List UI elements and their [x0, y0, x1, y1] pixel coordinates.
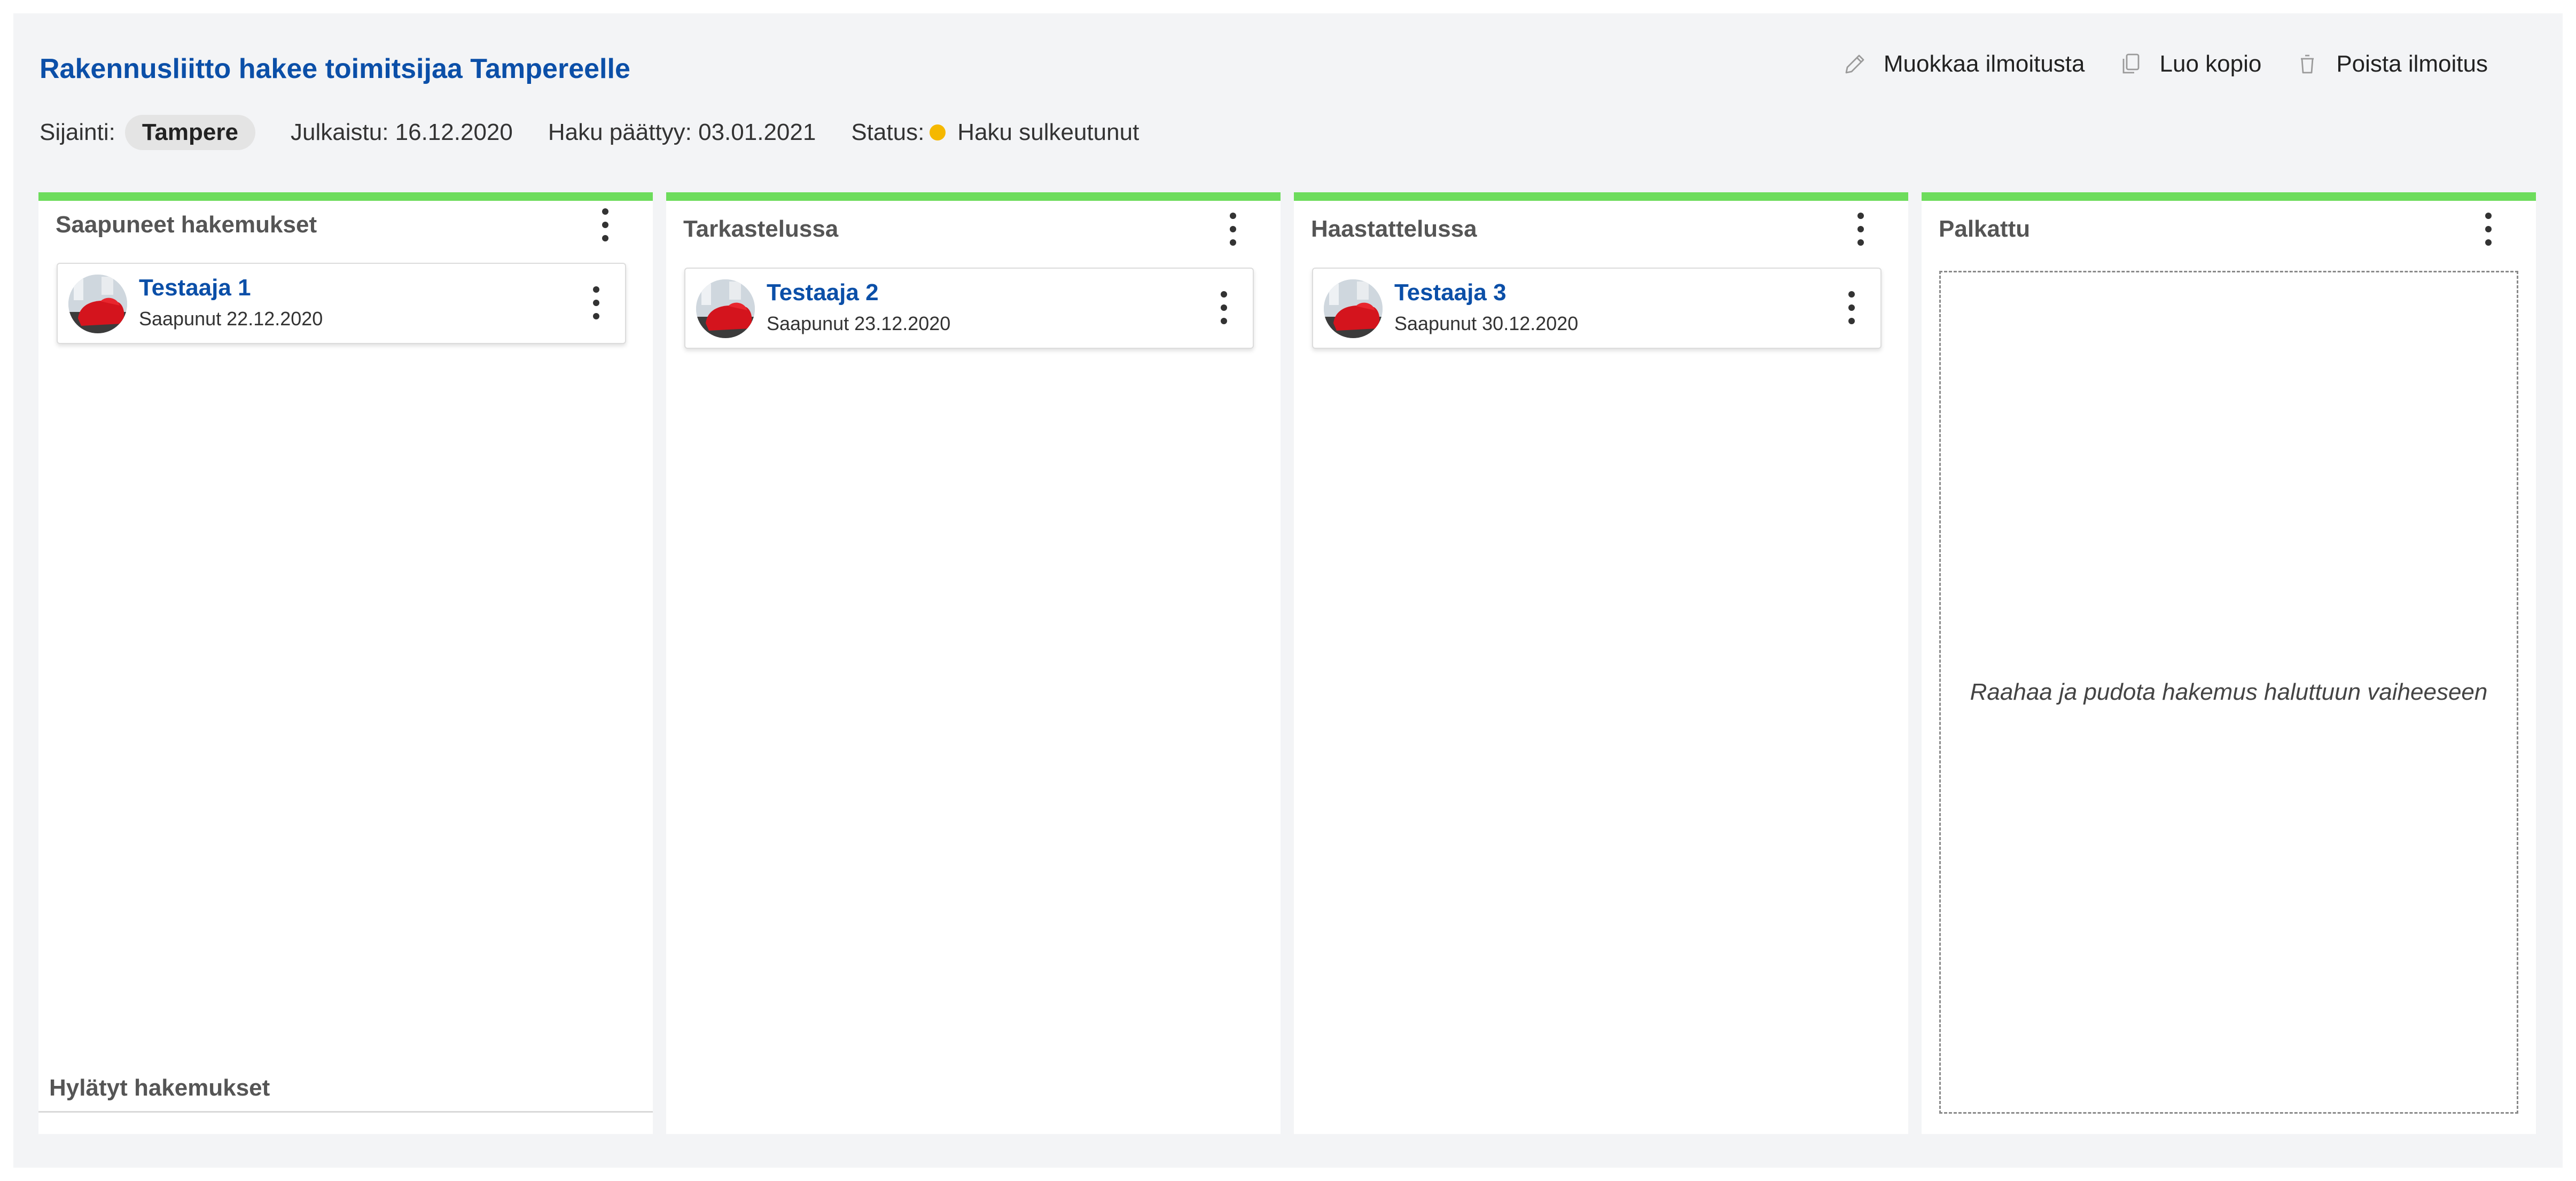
status-text: Haku sulkeutunut [957, 119, 1139, 145]
column-menu-kebab-icon[interactable] [1221, 210, 1245, 248]
column-interview: Haastattelussa Testaaja 3 Saapunut 30.12… [1294, 192, 1908, 1134]
edit-posting-button[interactable]: Muokkaa ilmoitusta [1842, 51, 2085, 77]
card-menu-kebab-icon[interactable] [1212, 289, 1236, 326]
delete-posting-button[interactable]: Poista ilmoitus [2294, 51, 2488, 77]
applicant-card[interactable]: Testaaja 1 Saapunut 22.12.2020 [57, 263, 626, 344]
applicant-date: Saapunut 22.12.2020 [139, 308, 323, 330]
column-hired: Palkattu Raahaa ja pudota hakemus halutt… [1922, 192, 2536, 1134]
trash-icon [2301, 54, 2314, 74]
location-label: Sijainti: [40, 119, 115, 145]
avatar [1324, 279, 1383, 338]
deadline-date: Haku päättyy: 03.01.2021 [548, 119, 816, 145]
avatar [68, 275, 127, 333]
pencil-icon [1845, 54, 1864, 74]
applicant-name: Testaaja 3 [1394, 279, 1506, 306]
rejected-applications-section[interactable]: Hylätyt hakemukset [38, 1075, 653, 1113]
copy-posting-label: Luo kopio [2159, 51, 2262, 77]
card-menu-kebab-icon[interactable] [584, 284, 608, 322]
location-chip: Tampere [124, 115, 255, 150]
applicant-name: Testaaja 1 [139, 275, 251, 301]
drop-zone[interactable]: Raahaa ja pudota hakemus haluttuun vaihe… [1939, 271, 2518, 1114]
column-received: Saapuneet hakemukset Testaaja 1 Saapunut… [38, 192, 653, 1134]
applicant-date: Saapunut 30.12.2020 [1394, 312, 1579, 334]
page-title: Rakennusliitto hakee toimitsijaa Tampere… [40, 53, 630, 84]
delete-posting-label: Poista ilmoitus [2336, 51, 2488, 77]
applicant-card[interactable]: Testaaja 2 Saapunut 23.12.2020 [684, 268, 1254, 349]
posting-meta: Sijainti: Tampere Julkaistu: 16.12.2020 … [40, 114, 1139, 151]
posting-actions: Muokkaa ilmoitusta Luo kopio Poista ilmo… [1809, 51, 2488, 77]
column-title: Haastattelussa [1311, 216, 1477, 242]
column-menu-kebab-icon[interactable] [2477, 210, 2500, 248]
applicant-name: Testaaja 2 [767, 279, 879, 306]
published-date: Julkaistu: 16.12.2020 [291, 119, 513, 145]
card-menu-kebab-icon[interactable] [1840, 289, 1863, 326]
drop-zone-hint: Raahaa ja pudota hakemus haluttuun vaihe… [1970, 679, 2488, 705]
column-title: Saapuneet hakemukset [56, 212, 317, 238]
copy-icon [2122, 53, 2139, 74]
column-title: Palkattu [1939, 216, 2031, 242]
applicant-card[interactable]: Testaaja 3 Saapunut 30.12.2020 [1312, 268, 1882, 349]
applicant-date: Saapunut 23.12.2020 [767, 312, 951, 334]
page: Rakennusliitto hakee toimitsijaa Tampere… [13, 13, 2563, 1168]
copy-posting-button[interactable]: Luo kopio [2118, 51, 2262, 77]
column-menu-kebab-icon[interactable] [1849, 210, 1872, 248]
column-title: Tarkastelussa [683, 216, 839, 242]
column-review: Tarkastelussa Testaaja 2 Saapunut 23.12.… [666, 192, 1281, 1134]
avatar [696, 279, 755, 338]
status-label: Status: [851, 119, 925, 145]
column-menu-kebab-icon[interactable] [594, 206, 617, 244]
status-dot-icon [930, 124, 946, 140]
edit-posting-label: Muokkaa ilmoitusta [1883, 51, 2085, 77]
